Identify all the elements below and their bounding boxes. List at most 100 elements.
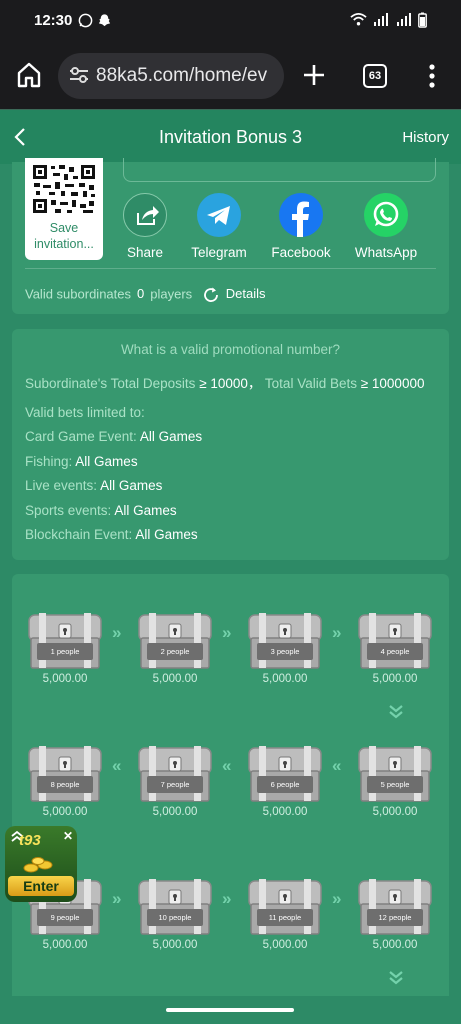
valid-subordinates-count: 0 [137,286,145,302]
facebook-icon [279,193,323,237]
home-button[interactable] [14,60,44,90]
chest-people-label: 11 people [268,913,302,922]
reward-chest[interactable]: 8 people 5,000.00 [25,736,105,824]
address-bar[interactable]: 88ka5.com/home/ev [58,53,284,99]
telegram-button[interactable]: Telegram [187,193,251,260]
chest-icon [138,613,212,669]
signal-icon-1 [373,12,388,30]
reward-chest[interactable]: 2 people 5,000.00 [135,603,215,691]
save-invitation-label[interactable]: Save invitation... [25,220,103,252]
telegram-icon [197,193,241,237]
promo-brand-logo: t93 [19,832,41,849]
plus-icon [304,65,324,85]
arrow-down-icon [389,705,403,719]
invite-panel: Save invitation... Share Telegram Facebo… [12,158,449,314]
invite-link-box[interactable] [123,158,436,182]
coins-icon [23,857,53,873]
whatsapp-button[interactable]: WhatsApp [354,193,418,260]
more-vert-icon [429,64,435,88]
share-label: Share [126,245,164,260]
gesture-handle[interactable] [166,1008,294,1012]
system-nav-bar [0,996,461,1024]
chest-people-label: 8 people [50,780,80,789]
details-link[interactable]: Details [226,286,266,301]
chest-icon [248,746,322,802]
category-label: Blockchain Event: [25,527,133,542]
category-label: Live events: [25,478,98,493]
players-label: players [150,286,193,302]
divider [25,268,436,269]
category-value: All Games [135,527,198,542]
category-label: Sports events: [25,503,112,518]
reward-chest[interactable]: 11 people 5,000.00 [245,869,325,957]
chest-icon [358,879,432,935]
chest-icon [248,613,322,669]
browser-menu-button[interactable] [424,62,440,90]
category-value: All Games [139,429,203,444]
reward-chest[interactable]: 7 people 5,000.00 [135,736,215,824]
arrow-left-icon: « [112,756,122,775]
reward-chest[interactable]: 1 people 5,000.00 [25,603,105,691]
category-row: Card Game Event: All Games [25,429,202,444]
reward-chest[interactable]: 10 people 5,000.00 [135,869,215,957]
chest-people-label: 12 people [378,913,412,922]
share-button[interactable]: Share [113,193,177,260]
chest-icon [28,613,102,669]
browser-toolbar: 88ka5.com/home/ev 63 [0,44,461,110]
chest-amount: 5,000.00 [42,806,88,818]
chest-amount: 5,000.00 [152,673,198,685]
history-button[interactable]: History [402,129,449,146]
category-value: All Games [100,478,163,493]
chest-people-label: 6 people [270,780,300,789]
whatsapp-icon [364,193,408,237]
category-row: Sports events: All Games [25,503,177,518]
app-header: Invitation Bonus 3 History [0,110,461,164]
close-icon[interactable]: ✕ [63,829,73,843]
chest-people-label: 4 people [380,647,410,656]
promo-enter-widget[interactable]: t93 ✕ Enter [5,826,77,902]
site-settings-icon[interactable] [68,64,90,86]
chest-people-label: 10 people [158,913,192,922]
wifi-icon [350,12,367,30]
chest-icon [138,746,212,802]
deposits-value: ≥ 10000 [199,376,248,391]
status-time: 12:30 [34,12,73,29]
arrow-right-icon: » [332,623,342,642]
chest-amount: 5,000.00 [262,806,308,818]
chest-icon [358,746,432,802]
battery-icon [418,12,427,31]
new-tab-button[interactable] [300,61,328,89]
enter-button[interactable]: Enter [8,876,74,896]
chest-icon [28,746,102,802]
reward-chest[interactable]: 6 people 5,000.00 [245,736,325,824]
category-row: Blockchain Event: All Games [25,527,198,542]
valid-subordinates-label: Valid subordinates [25,286,131,302]
whatsapp-label: WhatsApp [354,245,418,260]
chest-amount: 5,000.00 [262,673,308,685]
facebook-label: Facebook [271,245,331,260]
snapchat-notification-icon [97,13,112,31]
reward-chest[interactable]: 3 people 5,000.00 [245,603,325,691]
qr-code-card[interactable]: Save invitation... [25,158,103,260]
tab-switcher-button[interactable]: 63 [363,64,387,88]
facebook-button[interactable]: Facebook [269,193,333,260]
arrow-right-icon: » [222,889,232,908]
rules-heading: What is a valid promotional number? [120,342,341,357]
chest-icon [358,613,432,669]
arrow-right-icon: » [222,623,232,642]
reward-chest[interactable]: 5 people 5,000.00 [355,736,435,824]
reward-chest[interactable]: 12 people 5,000.00 [355,869,435,957]
arrow-left-icon: « [332,756,342,775]
chest-people-label: 5 people [380,780,410,789]
bets-label: Total Valid Bets [264,376,357,391]
arrow-down-icon [389,971,403,985]
signal-icon-2 [396,12,411,30]
chest-amount: 5,000.00 [152,939,198,951]
condition-separator: ， [247,376,262,391]
url-text[interactable]: 88ka5.com/home/ev [96,65,267,87]
reward-chests-panel: 1 people 5,000.00 » 2 people 5,000.00 » … [12,574,449,1014]
chest-people-label: 3 people [270,647,300,656]
reward-chest[interactable]: 4 people 5,000.00 [355,603,435,691]
chest-amount: 5,000.00 [42,673,88,685]
refresh-icon[interactable] [202,286,220,304]
